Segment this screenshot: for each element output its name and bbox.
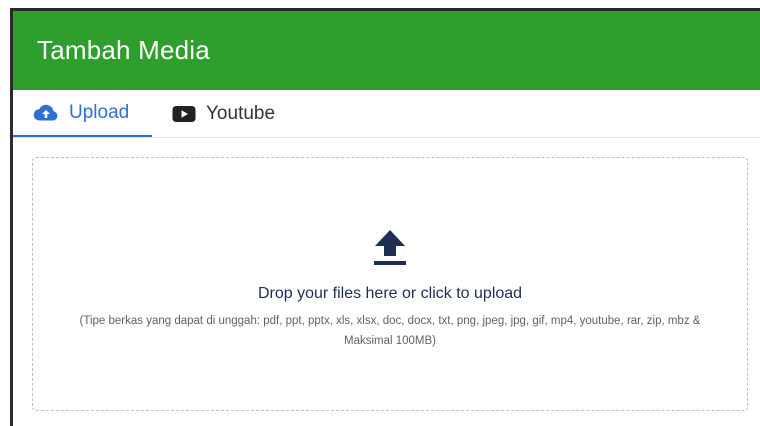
add-media-dialog: Tambah Media Upload Youtube Drop your fi… — [10, 8, 760, 426]
dropzone-hint-text: (Tipe berkas yang dapat di unggah: pdf, … — [79, 315, 701, 347]
youtube-icon — [172, 105, 196, 123]
tab-youtube-label: Youtube — [206, 102, 276, 124]
cloud-upload-icon — [33, 103, 59, 123]
media-tabs: Upload Youtube — [13, 90, 760, 138]
tab-upload-label: Upload — [69, 101, 130, 123]
tab-upload[interactable]: Upload — [13, 90, 152, 137]
file-dropzone[interactable]: Drop your files here or click to upload … — [32, 157, 748, 411]
tab-youtube[interactable]: Youtube — [152, 90, 295, 137]
dropzone-main-text: Drop your files here or click to upload — [257, 285, 523, 302]
upload-arrow-icon — [372, 228, 408, 273]
dialog-title: Tambah Media — [37, 35, 210, 65]
dialog-header: Tambah Media — [13, 11, 760, 90]
